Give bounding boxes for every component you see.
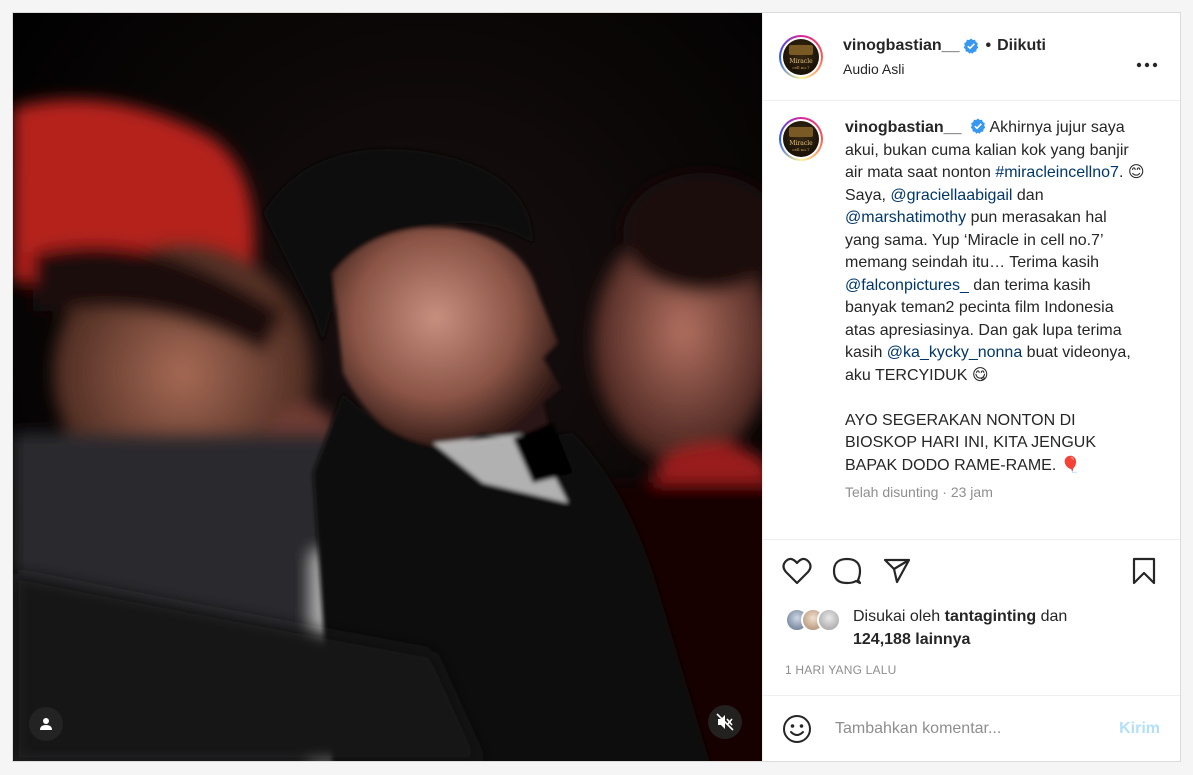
mention-link[interactable]: @graciellaabigail xyxy=(890,187,1012,204)
audio-link[interactable]: Audio Asli xyxy=(843,61,1046,77)
heart-icon xyxy=(782,557,812,584)
share-icon xyxy=(883,558,911,583)
caption-author-avatar[interactable]: Miracle cell no.7 xyxy=(779,117,823,161)
post-video[interactable] xyxy=(13,13,762,761)
author-avatar[interactable]: Miracle cell no.7 xyxy=(779,34,823,79)
user-tag-icon xyxy=(40,718,52,730)
likes-count-link[interactable]: 124,188 lainnya xyxy=(853,631,970,648)
svg-text:Miracle: Miracle xyxy=(789,58,813,65)
liker-username[interactable]: tantaginting xyxy=(945,608,1037,625)
post-modal: Miracle cell no.7 vinogbastian__ • Diiku… xyxy=(12,12,1181,762)
liker-avatars[interactable] xyxy=(785,608,853,632)
likes-and: dan xyxy=(1036,608,1068,625)
post-time[interactable]: 1 HARI YANG LALU xyxy=(763,651,1180,695)
share-button[interactable] xyxy=(881,555,913,587)
comments-section[interactable]: Miracle cell no.7 vinogbastian__ Akhirny… xyxy=(763,101,1180,539)
verified-badge-icon xyxy=(970,118,986,134)
bookmark-icon xyxy=(1132,557,1156,584)
svg-text:Miracle: Miracle xyxy=(789,140,813,147)
caption: Miracle cell no.7 vinogbastian__ Akhirny… xyxy=(779,117,1164,504)
edited-timestamp: Telah disunting · 23 jam xyxy=(845,484,993,500)
more-icon xyxy=(1136,62,1158,68)
movie-logo-icon: Miracle cell no.7 xyxy=(789,127,813,152)
post-header: Miracle cell no.7 vinogbastian__ • Diiku… xyxy=(763,13,1180,101)
comment-button[interactable] xyxy=(831,555,863,587)
mention-link[interactable]: @falconpictures_ xyxy=(845,277,969,294)
svg-text:cell no.7: cell no.7 xyxy=(792,147,810,152)
likes-text: Disukai oleh tantaginting dan 124,188 la… xyxy=(853,605,1067,651)
post-comment-button[interactable]: Kirim xyxy=(1119,720,1160,738)
like-button[interactable] xyxy=(781,555,813,587)
video-frame xyxy=(13,13,762,761)
mention-link[interactable]: @ka_kycky_nonna xyxy=(887,344,1022,361)
likes-prefix: Disukai oleh xyxy=(853,608,945,625)
svg-text:cell no.7: cell no.7 xyxy=(792,65,810,70)
movie-logo-icon: Miracle cell no.7 xyxy=(789,44,813,70)
tagged-users-button[interactable] xyxy=(29,707,63,741)
comment-input[interactable] xyxy=(833,718,1120,739)
action-bar xyxy=(763,539,1180,601)
post-side-panel: Miracle cell no.7 vinogbastian__ • Diiku… xyxy=(762,13,1180,761)
emoji-button[interactable] xyxy=(781,713,813,745)
avatar-image: Miracle cell no.7 xyxy=(783,38,819,75)
caption-text: Akhirnya jujur saya akui, bukan cuma kal… xyxy=(845,119,1145,474)
hashtag-link[interactable]: #miracleincellno7 xyxy=(995,164,1119,181)
save-button[interactable] xyxy=(1128,555,1160,587)
following-button[interactable]: Diikuti xyxy=(997,37,1046,55)
comment-icon xyxy=(832,557,862,584)
avatar xyxy=(817,608,841,632)
separator-dot: • xyxy=(985,36,992,54)
caption-segment: dan xyxy=(1012,186,1049,204)
caption-segment: buat videonya, aku TERCYIDUK 😋 AYO SEGER… xyxy=(845,344,1131,474)
mention-link[interactable]: @marshatimothy xyxy=(845,209,966,226)
muted-speaker-icon xyxy=(716,713,734,731)
comment-form: Kirim xyxy=(763,695,1180,761)
mute-toggle-button[interactable] xyxy=(708,705,742,739)
author-username[interactable]: vinogbastian__ xyxy=(843,37,959,55)
likes-summary: Disukai oleh tantaginting dan 124,188 la… xyxy=(763,601,1180,651)
caption-username[interactable]: vinogbastian__ xyxy=(845,119,961,136)
avatar-image: Miracle cell no.7 xyxy=(783,121,819,157)
more-options-button[interactable] xyxy=(1136,55,1158,73)
verified-badge-icon xyxy=(964,38,979,54)
emoji-icon xyxy=(783,714,811,743)
